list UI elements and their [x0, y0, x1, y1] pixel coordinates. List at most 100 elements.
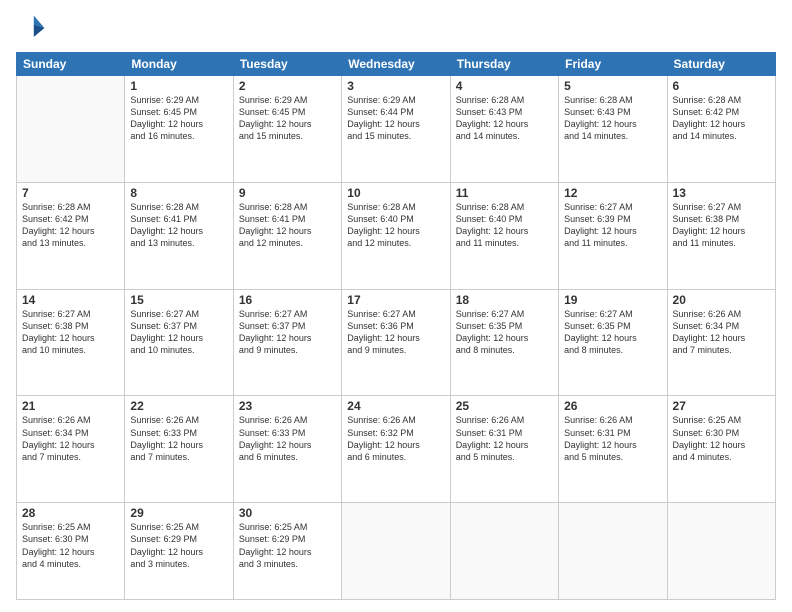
weekday-header: Sunday — [17, 53, 125, 76]
calendar-cell: 14Sunrise: 6:27 AM Sunset: 6:38 PM Dayli… — [17, 289, 125, 396]
calendar-cell: 3Sunrise: 6:29 AM Sunset: 6:44 PM Daylig… — [342, 76, 450, 183]
day-number: 4 — [456, 79, 553, 93]
day-info: Sunrise: 6:28 AM Sunset: 6:43 PM Dayligh… — [564, 94, 661, 143]
day-number: 24 — [347, 399, 444, 413]
day-info: Sunrise: 6:28 AM Sunset: 6:40 PM Dayligh… — [456, 201, 553, 250]
day-number: 3 — [347, 79, 444, 93]
calendar-cell: 15Sunrise: 6:27 AM Sunset: 6:37 PM Dayli… — [125, 289, 233, 396]
day-info: Sunrise: 6:28 AM Sunset: 6:42 PM Dayligh… — [22, 201, 119, 250]
calendar-cell: 12Sunrise: 6:27 AM Sunset: 6:39 PM Dayli… — [559, 182, 667, 289]
calendar-cell — [17, 76, 125, 183]
weekday-header: Thursday — [450, 53, 558, 76]
calendar-cell — [667, 503, 775, 600]
calendar-cell: 1Sunrise: 6:29 AM Sunset: 6:45 PM Daylig… — [125, 76, 233, 183]
day-info: Sunrise: 6:29 AM Sunset: 6:45 PM Dayligh… — [239, 94, 336, 143]
calendar-cell: 2Sunrise: 6:29 AM Sunset: 6:45 PM Daylig… — [233, 76, 341, 183]
day-info: Sunrise: 6:25 AM Sunset: 6:29 PM Dayligh… — [130, 521, 227, 570]
weekday-header: Friday — [559, 53, 667, 76]
calendar-cell: 20Sunrise: 6:26 AM Sunset: 6:34 PM Dayli… — [667, 289, 775, 396]
calendar-cell: 8Sunrise: 6:28 AM Sunset: 6:41 PM Daylig… — [125, 182, 233, 289]
day-number: 9 — [239, 186, 336, 200]
calendar-cell: 27Sunrise: 6:25 AM Sunset: 6:30 PM Dayli… — [667, 396, 775, 503]
calendar-cell: 16Sunrise: 6:27 AM Sunset: 6:37 PM Dayli… — [233, 289, 341, 396]
calendar-cell: 29Sunrise: 6:25 AM Sunset: 6:29 PM Dayli… — [125, 503, 233, 600]
calendar-cell: 13Sunrise: 6:27 AM Sunset: 6:38 PM Dayli… — [667, 182, 775, 289]
day-number: 23 — [239, 399, 336, 413]
day-number: 26 — [564, 399, 661, 413]
day-info: Sunrise: 6:26 AM Sunset: 6:34 PM Dayligh… — [22, 414, 119, 463]
day-info: Sunrise: 6:27 AM Sunset: 6:37 PM Dayligh… — [239, 308, 336, 357]
day-info: Sunrise: 6:29 AM Sunset: 6:44 PM Dayligh… — [347, 94, 444, 143]
calendar-cell: 25Sunrise: 6:26 AM Sunset: 6:31 PM Dayli… — [450, 396, 558, 503]
calendar-cell — [559, 503, 667, 600]
weekday-header: Monday — [125, 53, 233, 76]
day-info: Sunrise: 6:28 AM Sunset: 6:41 PM Dayligh… — [130, 201, 227, 250]
calendar-cell: 7Sunrise: 6:28 AM Sunset: 6:42 PM Daylig… — [17, 182, 125, 289]
calendar-cell: 10Sunrise: 6:28 AM Sunset: 6:40 PM Dayli… — [342, 182, 450, 289]
day-info: Sunrise: 6:26 AM Sunset: 6:31 PM Dayligh… — [564, 414, 661, 463]
day-info: Sunrise: 6:28 AM Sunset: 6:41 PM Dayligh… — [239, 201, 336, 250]
day-info: Sunrise: 6:29 AM Sunset: 6:45 PM Dayligh… — [130, 94, 227, 143]
day-number: 17 — [347, 293, 444, 307]
calendar-cell: 23Sunrise: 6:26 AM Sunset: 6:33 PM Dayli… — [233, 396, 341, 503]
day-info: Sunrise: 6:28 AM Sunset: 6:43 PM Dayligh… — [456, 94, 553, 143]
calendar-cell: 6Sunrise: 6:28 AM Sunset: 6:42 PM Daylig… — [667, 76, 775, 183]
weekday-header: Tuesday — [233, 53, 341, 76]
calendar-cell: 18Sunrise: 6:27 AM Sunset: 6:35 PM Dayli… — [450, 289, 558, 396]
day-number: 14 — [22, 293, 119, 307]
day-number: 1 — [130, 79, 227, 93]
day-number: 16 — [239, 293, 336, 307]
day-number: 2 — [239, 79, 336, 93]
calendar-cell: 21Sunrise: 6:26 AM Sunset: 6:34 PM Dayli… — [17, 396, 125, 503]
calendar-cell: 30Sunrise: 6:25 AM Sunset: 6:29 PM Dayli… — [233, 503, 341, 600]
day-number: 20 — [673, 293, 770, 307]
day-info: Sunrise: 6:27 AM Sunset: 6:39 PM Dayligh… — [564, 201, 661, 250]
weekday-header: Saturday — [667, 53, 775, 76]
day-info: Sunrise: 6:27 AM Sunset: 6:37 PM Dayligh… — [130, 308, 227, 357]
day-info: Sunrise: 6:27 AM Sunset: 6:35 PM Dayligh… — [564, 308, 661, 357]
calendar-cell: 9Sunrise: 6:28 AM Sunset: 6:41 PM Daylig… — [233, 182, 341, 289]
day-info: Sunrise: 6:26 AM Sunset: 6:34 PM Dayligh… — [673, 308, 770, 357]
calendar-cell: 17Sunrise: 6:27 AM Sunset: 6:36 PM Dayli… — [342, 289, 450, 396]
day-number: 8 — [130, 186, 227, 200]
day-info: Sunrise: 6:25 AM Sunset: 6:29 PM Dayligh… — [239, 521, 336, 570]
calendar-cell: 4Sunrise: 6:28 AM Sunset: 6:43 PM Daylig… — [450, 76, 558, 183]
calendar-cell — [342, 503, 450, 600]
day-number: 22 — [130, 399, 227, 413]
day-number: 5 — [564, 79, 661, 93]
calendar-cell: 5Sunrise: 6:28 AM Sunset: 6:43 PM Daylig… — [559, 76, 667, 183]
day-info: Sunrise: 6:27 AM Sunset: 6:35 PM Dayligh… — [456, 308, 553, 357]
day-info: Sunrise: 6:26 AM Sunset: 6:31 PM Dayligh… — [456, 414, 553, 463]
page: SundayMondayTuesdayWednesdayThursdayFrid… — [0, 0, 792, 612]
calendar-cell: 26Sunrise: 6:26 AM Sunset: 6:31 PM Dayli… — [559, 396, 667, 503]
logo-icon — [16, 12, 48, 44]
calendar-cell: 22Sunrise: 6:26 AM Sunset: 6:33 PM Dayli… — [125, 396, 233, 503]
calendar-cell: 19Sunrise: 6:27 AM Sunset: 6:35 PM Dayli… — [559, 289, 667, 396]
day-number: 27 — [673, 399, 770, 413]
day-number: 19 — [564, 293, 661, 307]
weekday-header: Wednesday — [342, 53, 450, 76]
calendar-cell: 24Sunrise: 6:26 AM Sunset: 6:32 PM Dayli… — [342, 396, 450, 503]
day-number: 13 — [673, 186, 770, 200]
day-info: Sunrise: 6:25 AM Sunset: 6:30 PM Dayligh… — [673, 414, 770, 463]
day-number: 12 — [564, 186, 661, 200]
calendar-cell: 11Sunrise: 6:28 AM Sunset: 6:40 PM Dayli… — [450, 182, 558, 289]
day-number: 28 — [22, 506, 119, 520]
calendar-cell — [450, 503, 558, 600]
day-number: 29 — [130, 506, 227, 520]
day-info: Sunrise: 6:26 AM Sunset: 6:32 PM Dayligh… — [347, 414, 444, 463]
day-number: 10 — [347, 186, 444, 200]
day-info: Sunrise: 6:26 AM Sunset: 6:33 PM Dayligh… — [239, 414, 336, 463]
header — [16, 12, 776, 44]
calendar-table: SundayMondayTuesdayWednesdayThursdayFrid… — [16, 52, 776, 600]
day-info: Sunrise: 6:28 AM Sunset: 6:42 PM Dayligh… — [673, 94, 770, 143]
day-info: Sunrise: 6:28 AM Sunset: 6:40 PM Dayligh… — [347, 201, 444, 250]
day-info: Sunrise: 6:27 AM Sunset: 6:38 PM Dayligh… — [22, 308, 119, 357]
day-number: 21 — [22, 399, 119, 413]
day-number: 11 — [456, 186, 553, 200]
calendar-cell: 28Sunrise: 6:25 AM Sunset: 6:30 PM Dayli… — [17, 503, 125, 600]
day-number: 15 — [130, 293, 227, 307]
day-number: 18 — [456, 293, 553, 307]
day-info: Sunrise: 6:25 AM Sunset: 6:30 PM Dayligh… — [22, 521, 119, 570]
logo — [16, 12, 52, 44]
